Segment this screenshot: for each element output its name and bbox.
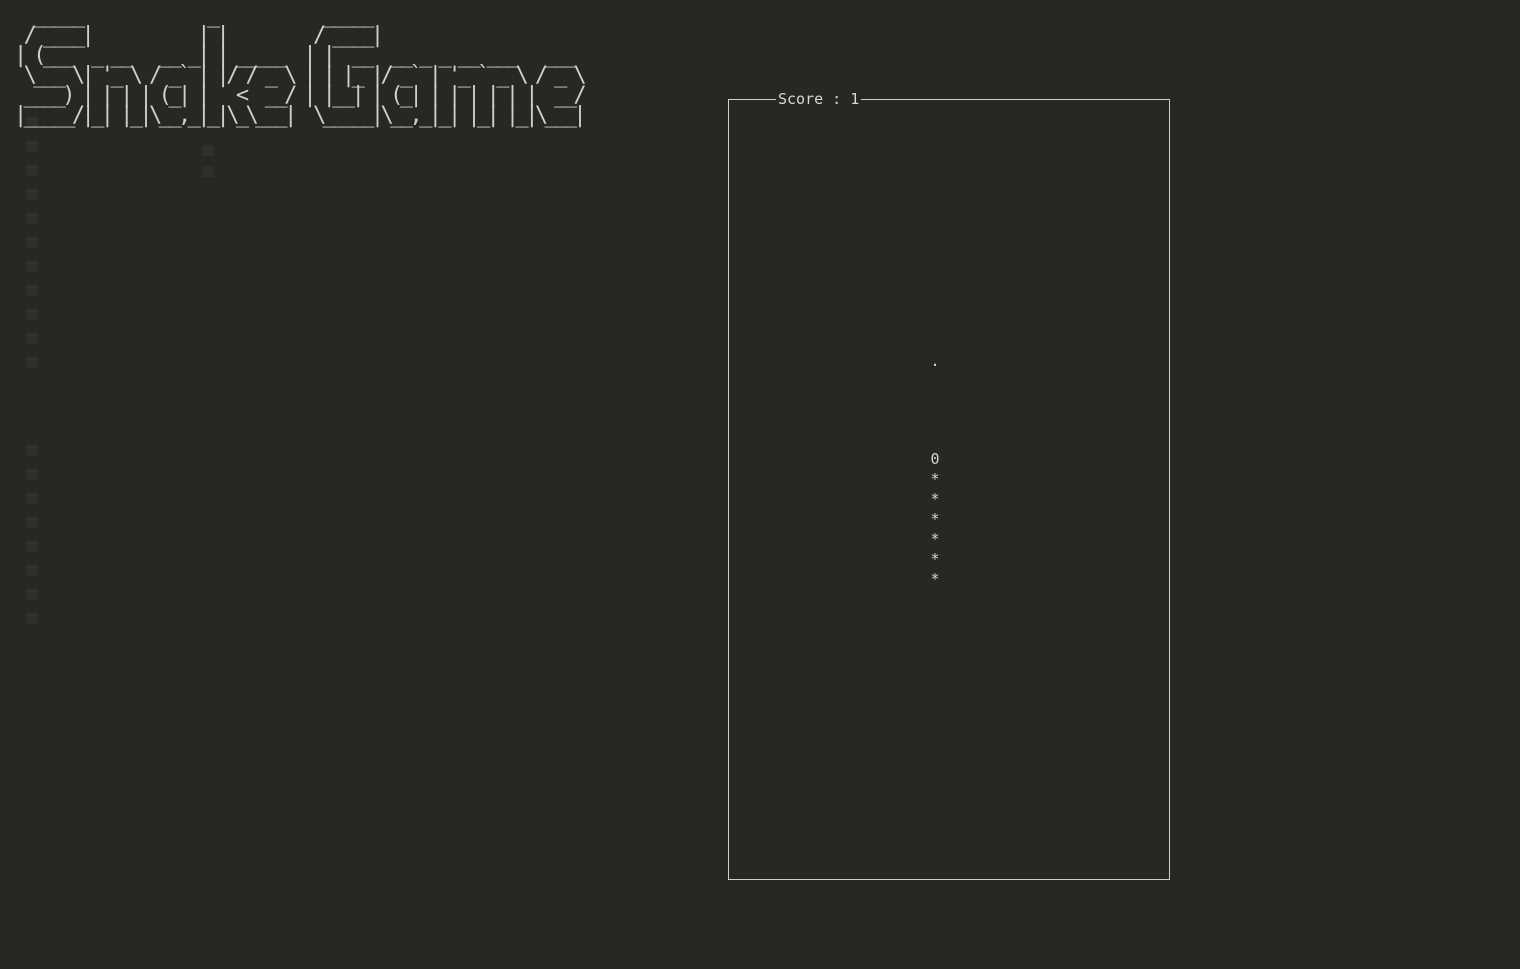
food-pellet: . — [930, 352, 940, 370]
game-board — [728, 99, 1170, 880]
snake-game-ascii-banner: _____ _ _____ / ____| | | / ____| | (___… — [14, 3, 587, 128]
snake-body-segment: * — [930, 550, 940, 568]
terminal-window: _____ _ _____ / ____| | | / ____| | (___… — [0, 0, 1520, 969]
snake-body-segment: * — [930, 530, 940, 548]
snake-body-segment: * — [930, 470, 940, 488]
snake-body-segment: * — [930, 490, 940, 508]
snake-body-segment: * — [930, 570, 940, 588]
score-label: Score : 1 — [776, 90, 862, 108]
snake-head: 0 — [930, 450, 940, 468]
snake-body-segment: * — [930, 510, 940, 528]
